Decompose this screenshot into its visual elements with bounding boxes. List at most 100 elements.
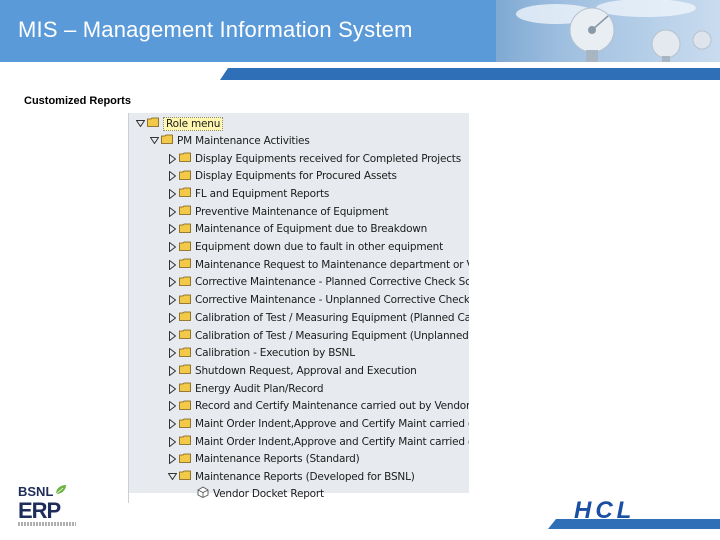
tree-node-folder[interactable]: Corrective Maintenance - Unplanned Corre… xyxy=(167,292,469,309)
accent-bar xyxy=(228,68,720,80)
folder-icon xyxy=(179,294,191,307)
tree-node-label[interactable]: Maint Order Indent,Approve and Certify M… xyxy=(195,436,469,448)
tree-node-label[interactable]: PM Maintenance Activities xyxy=(177,135,310,147)
folder-icon xyxy=(179,347,191,360)
tree-node-folder[interactable]: Shutdown Request, Approval and Execution xyxy=(167,362,417,379)
tree-node-folder[interactable]: Display Equipments for Procured Assets xyxy=(167,168,397,185)
tree-node-label[interactable]: Display Equipments for Procured Assets xyxy=(195,170,397,182)
footer-bar-notch xyxy=(548,519,556,529)
tree-node-folder[interactable]: Calibration - Execution by BSNL xyxy=(167,345,355,362)
tree-node-label[interactable]: Maintenance of Equipment due to Breakdow… xyxy=(195,223,427,235)
folder-icon xyxy=(179,311,191,324)
expand-right-icon[interactable] xyxy=(167,330,177,342)
folder-icon xyxy=(179,418,191,431)
tree-node-folder[interactable]: Display Equipments received for Complete… xyxy=(167,150,461,167)
tree-node-label[interactable]: Record and Certify Maintenance carried o… xyxy=(195,400,469,412)
tree-node-label[interactable]: Maintenance Reports (Standard) xyxy=(195,453,360,465)
tree-node-root[interactable]: Role menu xyxy=(135,115,224,132)
tree-node-folder[interactable]: Equipment down due to fault in other equ… xyxy=(167,239,443,256)
logo-tagline-decoration xyxy=(18,522,76,526)
tree-node-label[interactable]: Vendor Docket Report xyxy=(213,488,324,500)
folder-icon xyxy=(179,276,191,289)
header-banner: MIS – Management Information System xyxy=(0,0,720,62)
tree-node-expanded[interactable]: Maintenance Reports (Developed for BSNL) xyxy=(167,468,415,485)
folder-icon xyxy=(179,382,191,395)
expand-right-icon[interactable] xyxy=(167,436,177,448)
tree-node-folder[interactable]: Calibration of Test / Measuring Equipmen… xyxy=(167,327,469,344)
expand-right-icon[interactable] xyxy=(167,259,177,271)
folder-icon xyxy=(179,435,191,448)
bsnl-logo-text: BSNL xyxy=(18,484,54,499)
tree-node-folder[interactable]: Corrective Maintenance - Planned Correct… xyxy=(167,274,469,291)
expand-right-icon[interactable] xyxy=(167,294,177,306)
expand-right-icon[interactable] xyxy=(167,400,177,412)
folder-icon xyxy=(147,117,159,130)
hcl-logo-text: HCL xyxy=(574,499,635,521)
tree-node-folder[interactable]: Record and Certify Maintenance carried o… xyxy=(167,398,469,415)
tree-node-folder[interactable]: Maintenance Reports (Standard) xyxy=(167,451,360,468)
expand-right-icon[interactable] xyxy=(167,453,177,465)
folder-icon xyxy=(179,258,191,271)
tree-node-label[interactable]: Shutdown Request, Approval and Execution xyxy=(195,365,417,377)
tree-node-label[interactable]: Calibration of Test / Measuring Equipmen… xyxy=(195,330,469,342)
tree-node-label[interactable]: Maint Order Indent,Approve and Certify M… xyxy=(195,418,469,430)
folder-icon xyxy=(179,453,191,466)
role-menu-tree: Role menu PM Maintenance Activities Disp… xyxy=(128,113,469,503)
hcl-logo: HCL xyxy=(572,497,692,526)
folder-icon xyxy=(179,187,191,200)
tree-node-folder[interactable]: Calibration of Test / Measuring Equipmen… xyxy=(167,309,469,326)
tree-node-label[interactable]: FL and Equipment Reports xyxy=(195,188,329,200)
tree-node-folder[interactable]: Maint Order Indent,Approve and Certify M… xyxy=(167,433,469,450)
folder-icon xyxy=(179,470,191,483)
expand-right-icon[interactable] xyxy=(167,347,177,359)
folder-icon xyxy=(179,400,191,413)
tree-node-folder[interactable]: Maintenance Request to Maintenance depar… xyxy=(167,256,469,273)
tree-node-label[interactable]: Calibration - Execution by BSNL xyxy=(195,347,355,359)
tree-node-label[interactable]: Calibration of Test / Measuring Equipmen… xyxy=(195,312,469,324)
expand-right-icon[interactable] xyxy=(167,365,177,377)
expand-right-icon[interactable] xyxy=(167,206,177,218)
tree-node-folder[interactable]: Maint Order Indent,Approve and Certify M… xyxy=(167,416,469,433)
section-title: Customized Reports xyxy=(24,95,131,107)
tree-node-label[interactable]: Maintenance Reports (Developed for BSNL) xyxy=(195,471,415,483)
tree-node-label[interactable]: Corrective Maintenance - Unplanned Corre… xyxy=(195,294,469,306)
erp-logo-text: ERP xyxy=(18,498,61,523)
expand-right-icon[interactable] xyxy=(167,188,177,200)
folder-icon xyxy=(179,152,191,165)
tree-node-label[interactable]: Role menu xyxy=(163,116,224,131)
tree-node-folder[interactable]: FL and Equipment Reports xyxy=(167,185,329,202)
tree-node-label[interactable]: Display Equipments received for Complete… xyxy=(195,153,461,165)
expand-right-icon[interactable] xyxy=(167,153,177,165)
bsnl-erp-logo: BSNL ERP xyxy=(18,484,78,532)
folder-icon xyxy=(179,170,191,183)
leaf-icon xyxy=(55,485,66,495)
tree-node-label[interactable]: Preventive Maintenance of Equipment xyxy=(195,206,389,218)
expand-right-icon[interactable] xyxy=(167,383,177,395)
expand-right-icon[interactable] xyxy=(167,276,177,288)
expand-right-icon[interactable] xyxy=(167,418,177,430)
accent-bar-notch xyxy=(220,68,228,80)
tree-node-folder[interactable]: Energy Audit Plan/Record xyxy=(167,380,324,397)
expand-right-icon[interactable] xyxy=(167,312,177,324)
folder-icon xyxy=(179,205,191,218)
tree-node-label[interactable]: Maintenance Request to Maintenance depar… xyxy=(195,259,469,271)
page-title: MIS – Management Information System xyxy=(18,17,413,42)
folder-icon xyxy=(179,241,191,254)
expand-right-icon[interactable] xyxy=(167,223,177,235)
tree-node-label[interactable]: Equipment down due to fault in other equ… xyxy=(195,241,443,253)
tree-leaf-report[interactable]: Vendor Docket Report xyxy=(197,485,324,502)
tree-node-label[interactable]: Energy Audit Plan/Record xyxy=(195,383,324,395)
tree-node-folder[interactable]: Maintenance of Equipment due to Breakdow… xyxy=(167,221,427,238)
transaction-icon xyxy=(197,486,209,501)
expand-down-icon[interactable] xyxy=(149,135,159,147)
folder-icon xyxy=(161,134,173,147)
folder-icon xyxy=(179,364,191,377)
tree-node-label[interactable]: Corrective Maintenance - Planned Correct… xyxy=(195,276,469,288)
folder-icon xyxy=(179,223,191,236)
expand-right-icon[interactable] xyxy=(167,170,177,182)
expand-down-icon[interactable] xyxy=(135,118,145,130)
expand-down-icon[interactable] xyxy=(167,471,177,483)
tree-node-folder[interactable]: Preventive Maintenance of Equipment xyxy=(167,203,389,220)
tree-node-group[interactable]: PM Maintenance Activities xyxy=(149,132,310,149)
expand-right-icon[interactable] xyxy=(167,241,177,253)
